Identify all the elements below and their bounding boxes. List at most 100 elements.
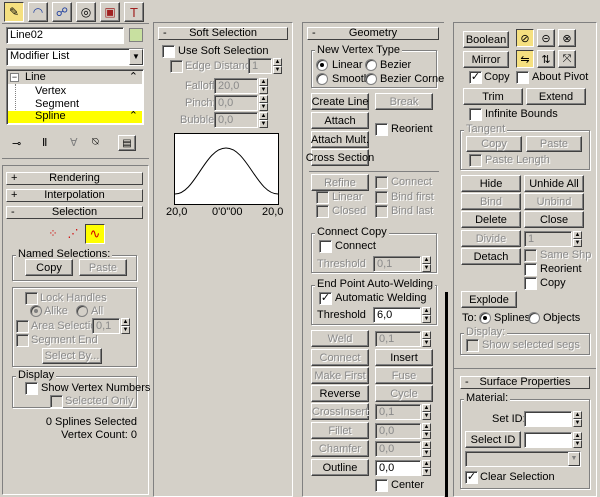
boolean-intersect-icon[interactable]: ⊗	[558, 29, 576, 47]
surface-properties-rollout[interactable]: - Surface Properties	[460, 376, 590, 389]
extend-button[interactable]: Extend	[526, 88, 586, 105]
detach-button[interactable]: Detach	[461, 248, 521, 265]
threshold-spinner[interactable]: ▲ ▼	[422, 256, 431, 272]
stack-item-line[interactable]: − Line ⌃	[8, 71, 142, 84]
select-id-button[interactable]: Select ID	[465, 431, 521, 448]
edge-distance-spinner[interactable]: ▲ ▼	[273, 58, 282, 74]
configure-sets-icon[interactable]: ▤	[118, 135, 136, 151]
reverse-button[interactable]: Reverse	[311, 385, 369, 402]
select-id-spinner[interactable]: ▲ ▼	[573, 432, 582, 448]
selection-rollout[interactable]: - Selection	[6, 206, 143, 219]
mirror-vertical-icon[interactable]: ⇅	[537, 50, 555, 68]
threshold-weld-input[interactable]: 6,0	[373, 307, 421, 323]
linear-radio[interactable]	[316, 59, 328, 71]
fillet-spinner[interactable]: ▲ ▼	[422, 423, 431, 439]
chevron-down-icon[interactable]: ▼	[129, 49, 143, 65]
bind-last-checkbox[interactable]	[375, 205, 388, 218]
geometry-rollout[interactable]: - Geometry	[307, 27, 439, 40]
weld-input[interactable]: 0,1	[375, 331, 421, 347]
mirror-button[interactable]: Mirror	[463, 51, 509, 68]
modify-tab-icon[interactable]: ◠	[28, 2, 48, 22]
paste-button[interactable]: Paste	[79, 259, 127, 276]
utilities-tab-icon[interactable]: T	[124, 2, 144, 22]
chamfer-spinner[interactable]: ▲ ▼	[422, 441, 431, 457]
panel-scrollbar[interactable]	[444, 22, 449, 497]
chamfer-input[interactable]: 0,0	[375, 441, 421, 457]
edge-distance-checkbox[interactable]	[170, 60, 183, 73]
select-by-button[interactable]: Select By...	[42, 348, 102, 364]
scrollbar-thumb[interactable]	[445, 292, 448, 497]
hide-button[interactable]: Hide	[461, 175, 521, 192]
tangent-copy-button[interactable]: Copy	[466, 136, 522, 152]
set-id-input[interactable]	[524, 411, 572, 427]
outline-button[interactable]: Outline	[311, 459, 369, 476]
mirror-both-icon[interactable]: ⤧	[558, 50, 576, 68]
trim-button[interactable]: Trim	[463, 88, 523, 105]
splines-radio[interactable]	[479, 312, 491, 324]
show-vertex-numbers-checkbox[interactable]	[25, 382, 38, 395]
vertex-level-icon[interactable]: ⁘	[44, 225, 62, 243]
edge-distance-input[interactable]: 1	[248, 58, 272, 74]
display-tab-icon[interactable]: ▣	[100, 2, 120, 22]
chamfer-button[interactable]: Chamfer	[311, 440, 369, 457]
connect-copy-checkbox[interactable]	[319, 240, 332, 253]
alike-radio[interactable]	[30, 305, 42, 317]
material-name-dropdown[interactable]: ▼	[465, 451, 581, 467]
show-end-result-icon[interactable]: Ⅱ	[42, 136, 47, 149]
area-selection-spinner[interactable]: ▲ ▼	[121, 318, 130, 334]
soft-selection-rollout[interactable]: - Soft Selection	[158, 27, 288, 40]
pinch-input[interactable]: 0,0	[214, 95, 258, 111]
threshold-weld-spinner[interactable]: ▲ ▼	[422, 307, 431, 323]
reorient-detach-checkbox[interactable]	[524, 263, 537, 276]
fillet-input[interactable]: 0,0	[375, 423, 421, 439]
bezier-radio[interactable]	[365, 59, 377, 71]
selected-only-checkbox[interactable]	[50, 395, 63, 408]
closed-checkbox[interactable]	[316, 205, 329, 218]
use-soft-selection-checkbox[interactable]	[162, 45, 175, 58]
modifier-stack[interactable]: − Line ⌃ Vertex Segment Spline ⌃	[6, 69, 144, 125]
center-checkbox[interactable]	[375, 479, 388, 492]
copy-detach-checkbox[interactable]	[524, 277, 537, 290]
boolean-button[interactable]: Boolean	[463, 31, 509, 48]
motion-tab-icon[interactable]: ◎	[76, 2, 96, 22]
cycle-button[interactable]: Cycle	[375, 385, 433, 402]
stack-item-segment[interactable]: Segment	[35, 98, 79, 110]
linear-checkbox[interactable]	[316, 191, 329, 204]
bubble-spinner[interactable]: ▲ ▼	[259, 112, 268, 128]
divide-button[interactable]: Divide	[461, 230, 521, 247]
rendering-rollout[interactable]: + Rendering	[6, 172, 143, 185]
spline-level-icon[interactable]: ∿	[85, 224, 105, 244]
crossinsert-button[interactable]: CrossInsert	[311, 403, 369, 420]
smooth-radio[interactable]	[316, 73, 328, 85]
lock-handles-checkbox[interactable]	[25, 292, 38, 305]
hierarchy-tab-icon[interactable]: ☍	[52, 2, 72, 22]
show-selected-segs-checkbox[interactable]	[466, 339, 479, 352]
tangent-paste-button[interactable]: Paste	[526, 136, 582, 152]
create-tab-icon[interactable]: ✎	[4, 2, 24, 22]
weld-button[interactable]: Weld	[311, 330, 369, 347]
create-line-button[interactable]: Create Line	[311, 93, 369, 110]
explode-button[interactable]: Explode	[461, 291, 517, 308]
set-id-spinner[interactable]: ▲ ▼	[573, 411, 582, 427]
attach-mult-button[interactable]: Attach Mult.	[311, 131, 369, 148]
falloff-spinner[interactable]: ▲ ▼	[259, 78, 268, 94]
make-first-button[interactable]: Make First	[311, 367, 369, 384]
boolean-subtract-icon[interactable]: ⊝	[537, 29, 555, 47]
pinch-spinner[interactable]: ▲ ▼	[259, 95, 268, 111]
chevron-down-icon[interactable]: ▼	[568, 452, 580, 466]
same-shp-checkbox[interactable]	[524, 249, 537, 262]
outline-spinner[interactable]: ▲ ▼	[422, 460, 431, 476]
bezier-corner-radio[interactable]	[365, 73, 377, 85]
bind-first-checkbox[interactable]	[375, 191, 388, 204]
reorient-checkbox[interactable]	[375, 123, 388, 136]
divide-input[interactable]: 1	[524, 231, 572, 247]
copy-button[interactable]: Copy	[25, 259, 73, 276]
cross-section-button[interactable]: Cross Section	[306, 149, 374, 166]
crossinsert-spinner[interactable]: ▲ ▼	[422, 404, 431, 420]
pin-stack-icon[interactable]: ⊸	[12, 137, 21, 150]
infinite-bounds-checkbox[interactable]	[469, 108, 482, 121]
modifier-list-dropdown[interactable]: Modifier List ▼	[6, 48, 144, 66]
select-id-input[interactable]	[524, 432, 572, 448]
weld-spinner[interactable]: ▲ ▼	[422, 331, 431, 347]
segment-end-checkbox[interactable]	[16, 334, 29, 347]
